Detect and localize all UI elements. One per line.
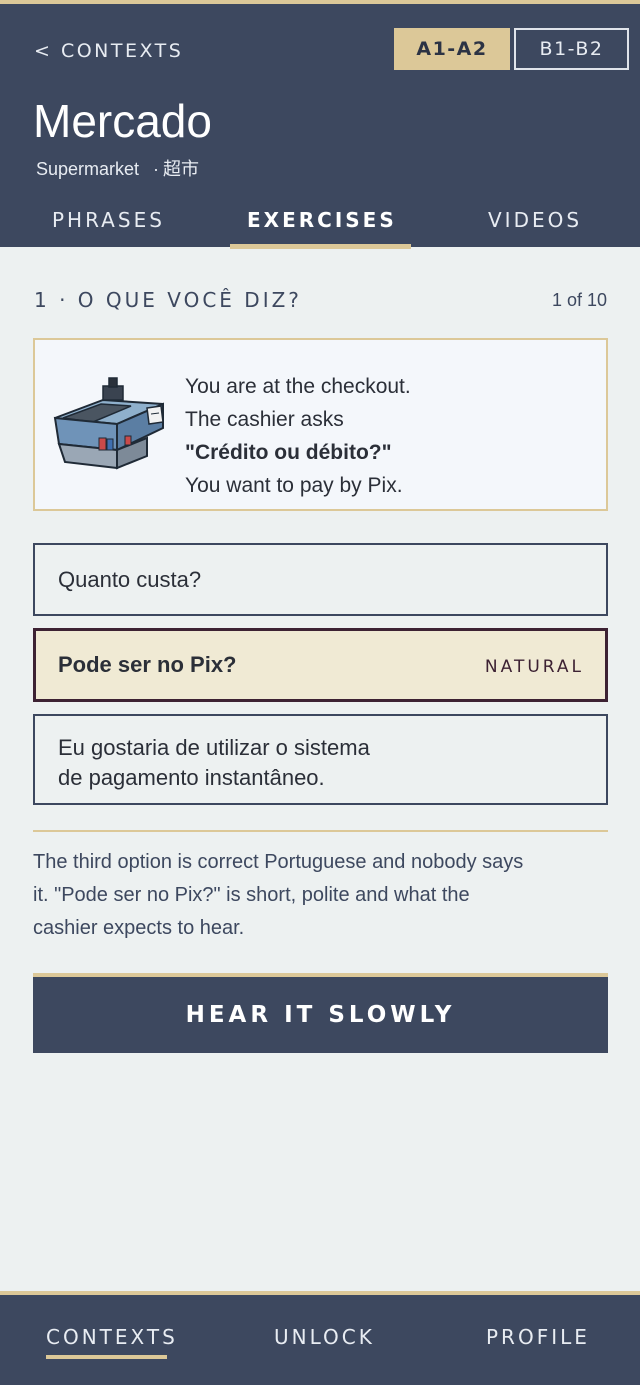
tab-exercises[interactable]: EXERCISES [247, 208, 397, 232]
tab-phrases[interactable]: PHRASES [52, 208, 165, 232]
scenario-quote: "Crédito ou débito?" [185, 441, 392, 464]
hear-it-slowly-button[interactable]: HEAR IT SLOWLY [33, 973, 608, 1053]
active-tab-indicator [230, 244, 411, 249]
scenario-text: You are at the checkout. The cashier ask… [185, 370, 411, 502]
exercise-title: 1 · O QUE VOCÊ DIZ? [34, 288, 302, 312]
level-a1-a2-toggle[interactable]: A1-A2 [394, 28, 510, 70]
answer-option-3[interactable]: Eu gostaria de utilizar o sistema de pag… [33, 714, 608, 805]
page-subtitle: Supermarket · 超市 [36, 155, 199, 181]
tab-videos[interactable]: VIDEOS [488, 208, 582, 232]
answer-option-text: Quanto custa? [58, 567, 202, 592]
subtitle-chinese: 超市 [163, 159, 200, 180]
subtitle-english: Supermarket [36, 159, 140, 179]
back-to-contexts-link[interactable]: < CONTEXTS [34, 40, 183, 62]
scenario-card: You are at the checkout. The cashier ask… [33, 338, 608, 511]
natural-badge: NATURAL [484, 657, 584, 677]
answer-option-1[interactable]: Quanto custa? [33, 543, 608, 616]
answer-option-text: Eu gostaria de utilizar o sistema de pag… [58, 735, 370, 790]
app-header: < CONTEXTS A1-A2 B1-B2 Mercado Supermark… [0, 0, 640, 249]
exercise-counter: 1 of 10 [551, 290, 607, 310]
answer-option-2-selected[interactable]: Pode ser no Pix? NATURAL [33, 628, 608, 702]
nav-contexts[interactable]: CONTEXTS [46, 1325, 178, 1349]
subtitle-separator: · [153, 159, 160, 179]
scenario-line: You are at the checkout. [185, 375, 411, 398]
bottom-navigation: CONTEXTS UNLOCK PROFILE [0, 1291, 640, 1385]
level-b1-b2-toggle[interactable]: B1-B2 [514, 28, 629, 70]
scenario-line: The cashier asks [185, 408, 344, 431]
nav-unlock[interactable]: UNLOCK [274, 1325, 375, 1349]
checkout-counter-icon [51, 376, 177, 477]
page-title: Mercado [33, 95, 212, 147]
nav-profile[interactable]: PROFILE [486, 1325, 590, 1349]
scenario-line: You want to pay by Pix. [185, 474, 403, 497]
section-divider [33, 830, 608, 832]
answer-option-text: Pode ser no Pix? [58, 652, 237, 677]
explanation-text: The third option is correct Portuguese a… [33, 851, 524, 939]
active-nav-indicator [46, 1355, 167, 1359]
